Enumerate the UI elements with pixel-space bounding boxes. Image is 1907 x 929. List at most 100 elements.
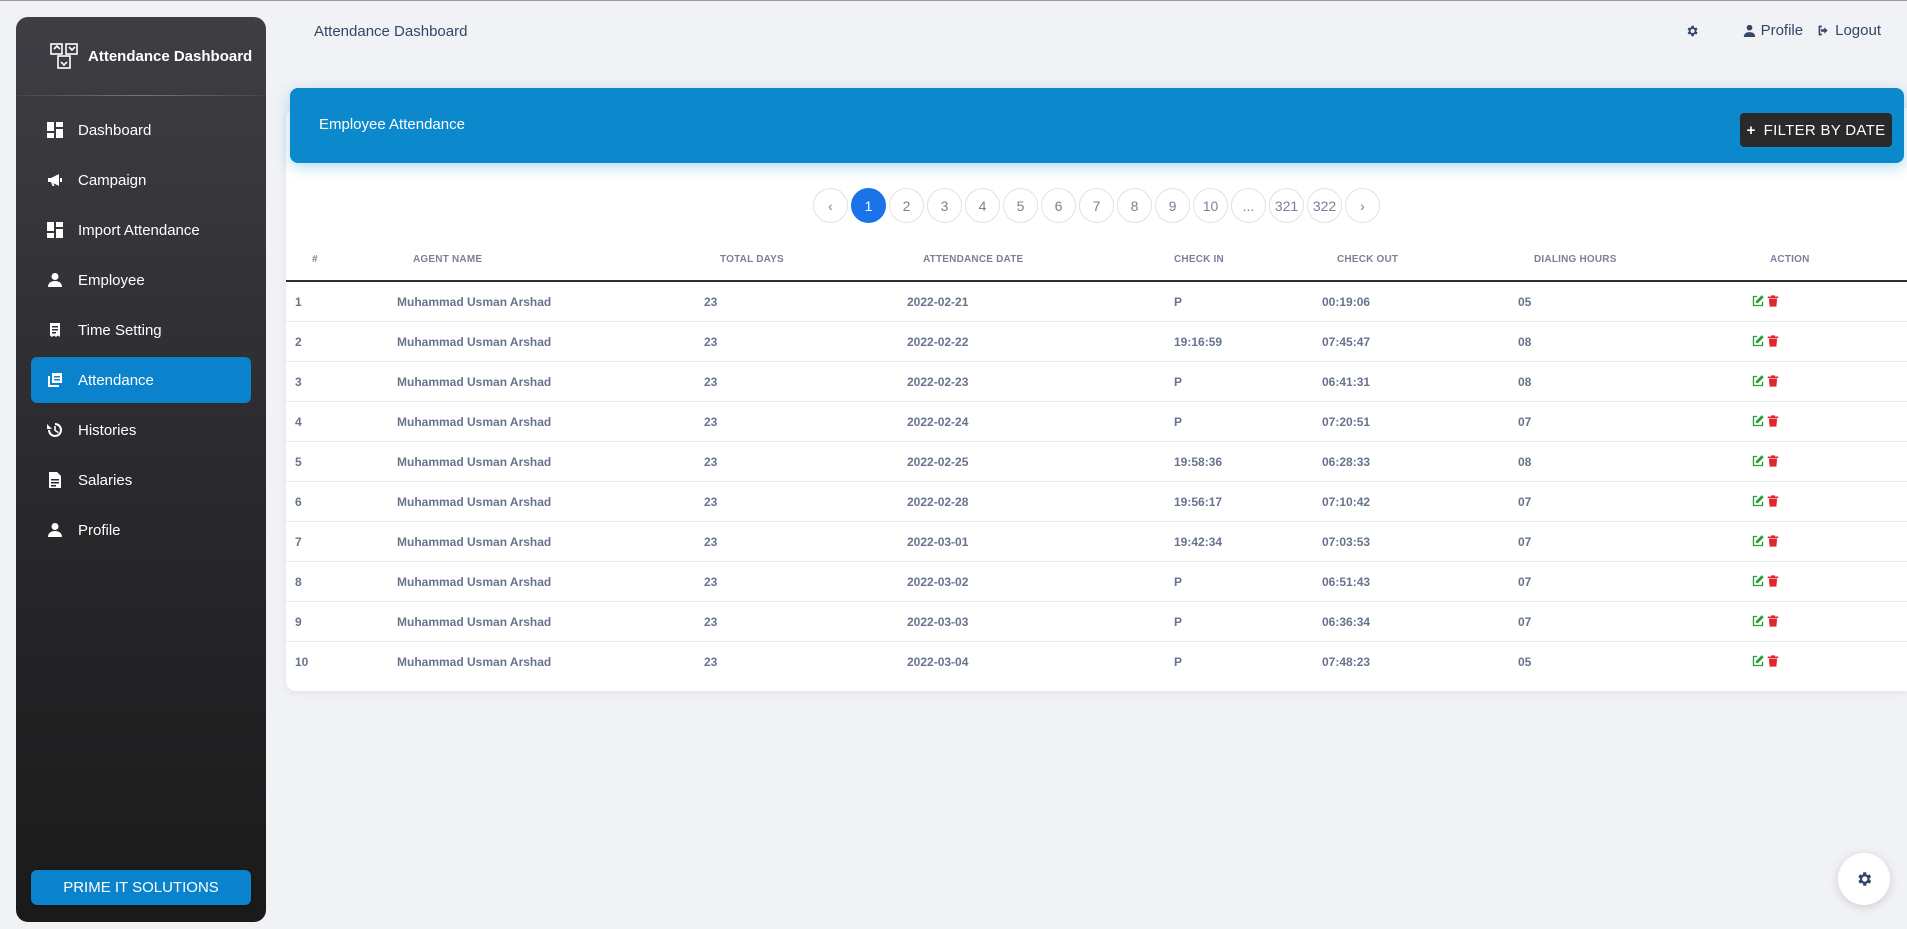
page-button-322[interactable]: 322 [1307, 188, 1342, 223]
floating-settings-button[interactable] [1838, 853, 1890, 905]
edit-icon[interactable] [1752, 575, 1764, 587]
edit-icon[interactable] [1752, 455, 1764, 467]
delete-icon[interactable] [1767, 335, 1779, 347]
top-nav-actions: Profile Logout [1685, 22, 1881, 39]
delete-icon[interactable] [1767, 375, 1779, 387]
page-button-321[interactable]: 321 [1269, 188, 1304, 223]
edit-icon[interactable] [1752, 615, 1764, 627]
delete-icon[interactable] [1767, 655, 1779, 667]
page-button-8[interactable]: 8 [1117, 188, 1152, 223]
card-title: Employee Attendance [319, 116, 465, 133]
person-icon [46, 521, 64, 539]
cell-index: 4 [295, 415, 302, 429]
cell-check-out: 07:10:42 [1322, 495, 1371, 509]
page-button-1[interactable]: 1 [851, 188, 886, 223]
copy-icon [46, 371, 64, 389]
cell-check-in: 19:42:34 [1174, 535, 1223, 549]
cell-index: 1 [295, 295, 302, 309]
cell-dialing-hours: 07 [1518, 495, 1532, 509]
cell-check-out: 07:03:53 [1322, 535, 1371, 549]
column-header-total-days: TOTAL DAYS [720, 254, 784, 265]
logout-link[interactable]: Logout [1817, 22, 1881, 39]
sidebar-item-salaries[interactable]: Salaries [31, 457, 251, 503]
page-button-5[interactable]: 5 [1003, 188, 1038, 223]
page-button-7[interactable]: 7 [1079, 188, 1114, 223]
sidebar-item-label: Dashboard [78, 121, 152, 139]
cell-agent-name: Muhammad Usman Arshad [397, 415, 552, 429]
page-ellipsis[interactable]: ... [1231, 188, 1266, 223]
sidebar-item-campaign[interactable]: Campaign [31, 157, 251, 203]
page-button-10[interactable]: 10 [1193, 188, 1228, 223]
cell-dialing-hours: 07 [1518, 575, 1532, 589]
sidebar-item-dashboard[interactable]: Dashboard [31, 107, 251, 153]
edit-icon[interactable] [1752, 415, 1764, 427]
page-button-6[interactable]: 6 [1041, 188, 1076, 223]
cell-check-in: P [1174, 615, 1183, 629]
edit-icon[interactable] [1752, 655, 1764, 667]
delete-icon[interactable] [1767, 455, 1779, 467]
sidebar-item-profile[interactable]: Profile [31, 507, 251, 553]
cell-check-out: 07:45:47 [1322, 335, 1371, 349]
filter-label: FILTER BY DATE [1763, 121, 1886, 139]
cell-attendance-date: 2022-03-02 [907, 575, 969, 589]
cell-dialing-hours: 08 [1518, 455, 1532, 469]
sidebar-item-label: Time Setting [78, 321, 162, 339]
delete-icon[interactable] [1767, 615, 1779, 627]
delete-icon[interactable] [1767, 415, 1779, 427]
cell-check-out: 07:20:51 [1322, 415, 1371, 429]
sidebar-item-attendance[interactable]: Attendance [31, 357, 251, 403]
cell-dialing-hours: 08 [1518, 335, 1532, 349]
settings-gear-icon[interactable] [1685, 24, 1699, 38]
delete-icon[interactable] [1767, 495, 1779, 507]
cell-total-days: 23 [704, 535, 718, 549]
page-button-3[interactable]: 3 [927, 188, 962, 223]
page-prev-button[interactable]: ‹ [813, 188, 848, 223]
page-button-9[interactable]: 9 [1155, 188, 1190, 223]
profile-link[interactable]: Profile [1743, 22, 1803, 39]
sidebar-item-label: Employee [78, 271, 145, 289]
receipt-icon [46, 321, 64, 339]
dashboard-icon [46, 221, 64, 239]
person-icon [46, 271, 64, 289]
delete-icon[interactable] [1767, 575, 1779, 587]
edit-icon[interactable] [1752, 495, 1764, 507]
prime-it-solutions-button[interactable]: PRIME IT SOLUTIONS [31, 870, 251, 905]
cell-index: 2 [295, 335, 302, 349]
cell-check-out: 06:28:33 [1322, 455, 1371, 469]
row-actions [1752, 655, 1782, 667]
cell-index: 8 [295, 575, 302, 589]
edit-icon[interactable] [1752, 335, 1764, 347]
edit-icon[interactable] [1752, 535, 1764, 547]
edit-icon[interactable] [1752, 295, 1764, 307]
page-button-4[interactable]: 4 [965, 188, 1000, 223]
sidebar-item-time-setting[interactable]: Time Setting [31, 307, 251, 353]
delete-icon[interactable] [1767, 295, 1779, 307]
table-row: 1 Muhammad Usman Arshad 23 2022-02-21 P 00:19… [286, 282, 1907, 322]
row-actions [1752, 415, 1782, 427]
cell-check-in: 19:56:17 [1174, 495, 1223, 509]
sidebar-item-import-attendance[interactable]: Import Attendance [31, 207, 251, 253]
table-row: 8 Muhammad Usman Arshad 23 2022-03-02 P 06:51… [286, 562, 1907, 602]
cell-dialing-hours: 05 [1518, 655, 1532, 669]
cell-attendance-date: 2022-02-23 [907, 375, 969, 389]
table-row: 9 Muhammad Usman Arshad 23 2022-03-03 P 06:36… [286, 602, 1907, 642]
page-next-button[interactable]: › [1345, 188, 1380, 223]
edit-icon[interactable] [1752, 375, 1764, 387]
sidebar-item-employee[interactable]: Employee [31, 257, 251, 303]
cell-attendance-date: 2022-02-22 [907, 335, 969, 349]
filter-by-date-button[interactable]: + FILTER BY DATE [1740, 113, 1892, 147]
megaphone-icon [46, 171, 64, 189]
page-button-2[interactable]: 2 [889, 188, 924, 223]
cell-index: 6 [295, 495, 302, 509]
sidebar-brand[interactable]: Attendance Dashboard [16, 17, 266, 95]
cell-attendance-date: 2022-02-21 [907, 295, 969, 309]
table-row: 7 Muhammad Usman Arshad 23 2022-03-01 19:42:… [286, 522, 1907, 562]
delete-icon[interactable] [1767, 535, 1779, 547]
sidebar-item-histories[interactable]: Histories [31, 407, 251, 453]
cell-total-days: 23 [704, 295, 718, 309]
table-row: 3 Muhammad Usman Arshad 23 2022-02-23 P 06:41… [286, 362, 1907, 402]
cell-check-out: 06:36:34 [1322, 615, 1371, 629]
cell-agent-name: Muhammad Usman Arshad [397, 495, 552, 509]
cell-check-in: 19:16:59 [1174, 335, 1223, 349]
cell-check-out: 00:19:06 [1322, 295, 1371, 309]
